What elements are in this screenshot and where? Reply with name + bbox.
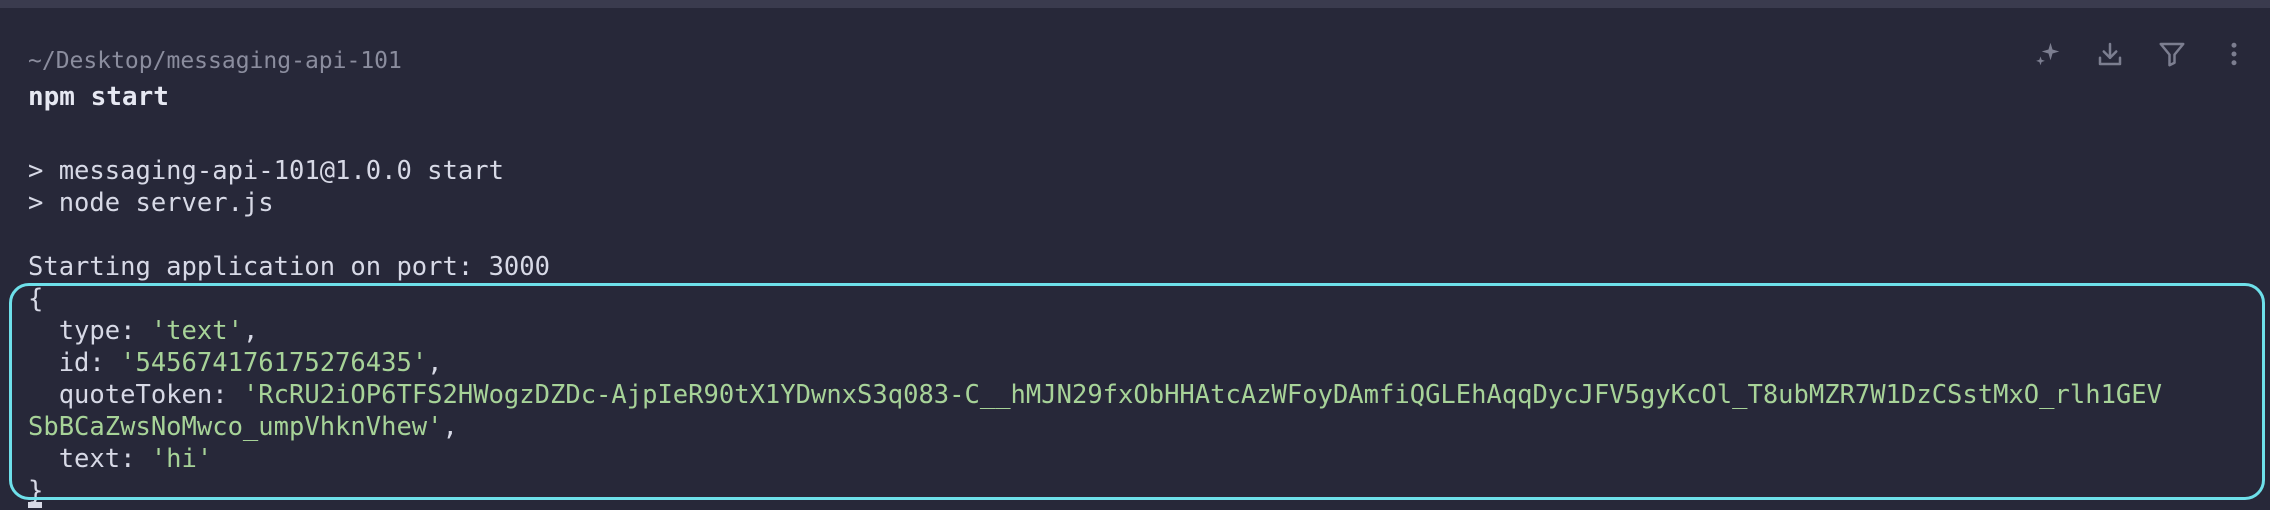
filter-button[interactable]	[2156, 38, 2188, 70]
id-value: '545674176175276435'	[120, 348, 428, 378]
block-toolbar	[2032, 38, 2250, 70]
text-value: 'hi'	[150, 444, 213, 474]
top-divider	[0, 0, 2270, 8]
id-comma: ,	[427, 348, 443, 378]
terminal-block[interactable]: ~/Desktop/messaging-api-101 npm start > …	[0, 8, 2270, 510]
download-icon	[2098, 42, 2122, 66]
sparkle-icon	[2036, 42, 2060, 66]
text-property: text: 'hi'	[28, 444, 213, 474]
quote-token-continuation: SbBCaZwsNoMwco_umpVhknVhew',	[28, 412, 458, 442]
text-cursor	[28, 502, 42, 508]
quote-token-comma: ,	[442, 412, 458, 442]
quote-token-key: quoteToken:	[28, 380, 243, 410]
more-options-button[interactable]	[2218, 38, 2250, 70]
text-key: text:	[28, 444, 151, 474]
quote-token-property: quoteToken: 'RcRU2iOP6TFS2HWogzDZDc-AjpI…	[28, 380, 2162, 410]
quote-token-value-part1: 'RcRU2iOP6TFS2HWogzDZDc-AjpIeR90tX1YDwnx…	[242, 380, 2162, 410]
filter-icon	[2159, 42, 2185, 67]
type-value: 'text'	[150, 316, 243, 346]
quote-token-value-part2: SbBCaZwsNoMwco_umpVhknVhew'	[28, 412, 443, 442]
type-property: type: 'text',	[28, 316, 259, 346]
type-key: type:	[28, 316, 151, 346]
npm-script-line: > messaging-api-101@1.0.0 start	[28, 156, 504, 186]
download-button[interactable]	[2094, 38, 2126, 70]
type-comma: ,	[242, 316, 259, 346]
ai-sparkle-button[interactable]	[2032, 38, 2064, 70]
id-property: id: '545674176175276435',	[28, 348, 443, 378]
command-text: npm start	[28, 82, 169, 112]
id-key: id:	[28, 348, 121, 378]
node-command-line: > node server.js	[28, 188, 274, 218]
working-directory: ~/Desktop/messaging-api-101	[28, 48, 402, 74]
more-vertical-icon	[2231, 42, 2237, 66]
object-open-brace: {	[28, 284, 44, 314]
startup-message: Starting application on port: 3000	[28, 252, 550, 282]
